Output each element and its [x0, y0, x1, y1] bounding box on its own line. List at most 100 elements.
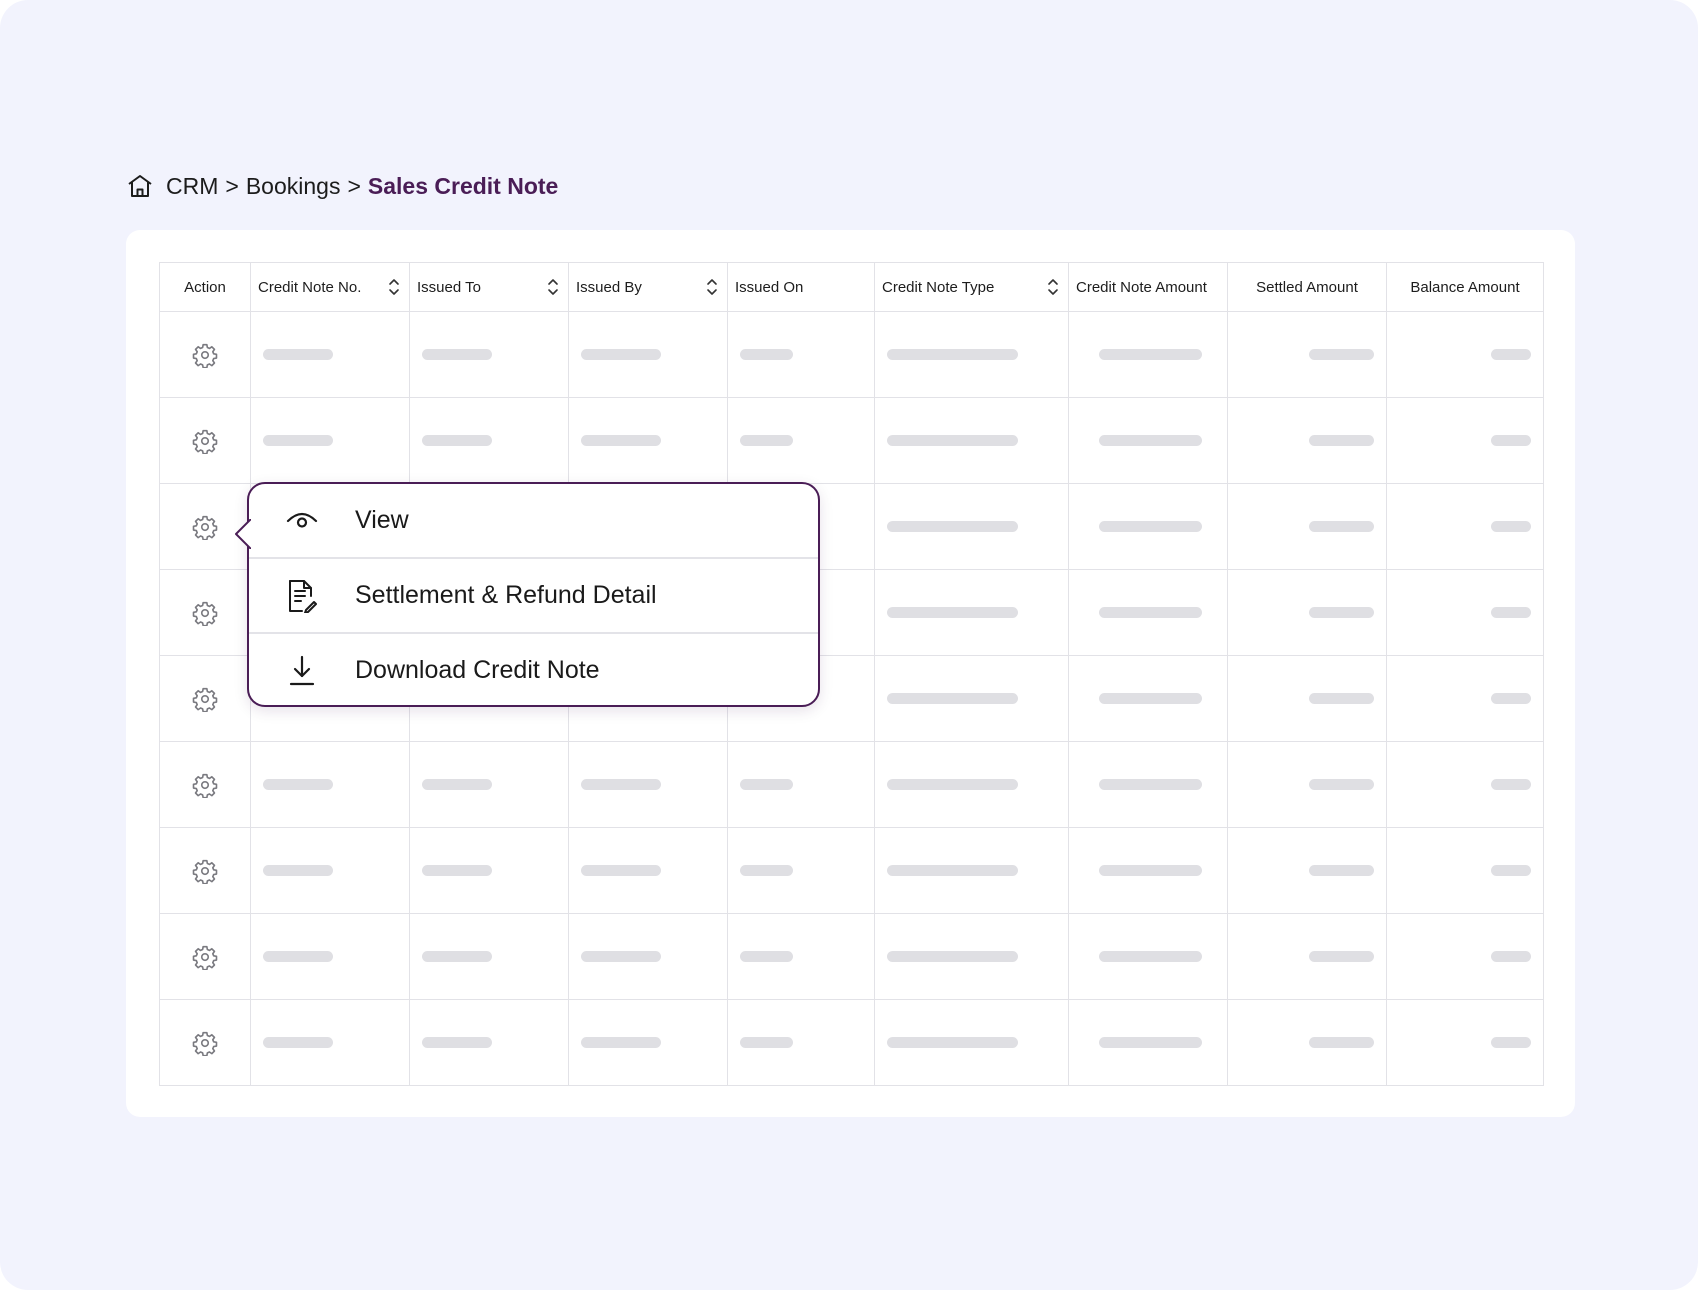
- loading-placeholder: [887, 693, 1018, 704]
- table-cell: [1227, 827, 1387, 914]
- loading-placeholder: [581, 865, 661, 876]
- loading-placeholder: [581, 779, 661, 790]
- gear-icon[interactable]: [160, 428, 250, 454]
- loading-placeholder: [263, 865, 333, 876]
- loading-placeholder: [581, 1037, 661, 1048]
- loading-placeholder: [1491, 435, 1531, 446]
- table-row: [159, 827, 1544, 914]
- loading-placeholder: [263, 779, 333, 790]
- column-header-credit-note-amount: Credit Note Amount: [1068, 262, 1228, 312]
- loading-placeholder: [887, 607, 1018, 618]
- table-cell: [1227, 655, 1387, 742]
- breadcrumb-item-crm[interactable]: CRM: [166, 173, 218, 200]
- column-header-credit-note-type[interactable]: Credit Note Type: [874, 262, 1069, 312]
- table-cell: [1068, 569, 1228, 656]
- sort-icon[interactable]: [388, 278, 400, 296]
- eye-icon: [285, 504, 319, 538]
- gear-icon[interactable]: [160, 686, 250, 712]
- loading-placeholder: [740, 951, 793, 962]
- table-cell: [1386, 741, 1544, 828]
- breadcrumb-separator: >: [347, 172, 361, 199]
- column-header-balance-amount: Balance Amount: [1386, 262, 1544, 312]
- sort-icon[interactable]: [1047, 278, 1059, 296]
- table-cell: [874, 569, 1069, 656]
- menu-item-download-credit-note[interactable]: Download Credit Note: [249, 634, 818, 707]
- action-cell: [159, 913, 251, 1000]
- gear-icon[interactable]: [160, 342, 250, 368]
- action-cell: [159, 397, 251, 484]
- table-cell: [409, 913, 569, 1000]
- sort-icon[interactable]: [547, 278, 559, 296]
- table-cell: [409, 741, 569, 828]
- gear-icon[interactable]: [160, 1030, 250, 1056]
- menu-item-settlement-refund-detail[interactable]: Settlement & Refund Detail: [249, 559, 818, 634]
- loading-placeholder: [422, 865, 492, 876]
- loading-placeholder: [887, 521, 1018, 532]
- table-cell: [568, 913, 728, 1000]
- loading-placeholder: [1309, 951, 1374, 962]
- loading-placeholder: [1491, 951, 1531, 962]
- table-cell: [568, 741, 728, 828]
- sort-icon[interactable]: [706, 278, 718, 296]
- loading-placeholder: [1309, 607, 1374, 618]
- loading-placeholder: [1309, 435, 1374, 446]
- menu-item-view[interactable]: View: [249, 484, 818, 559]
- loading-placeholder: [1491, 1037, 1531, 1048]
- table-cell: [874, 827, 1069, 914]
- column-header-action: Action: [159, 262, 251, 312]
- loading-placeholder: [263, 435, 333, 446]
- loading-placeholder: [887, 435, 1018, 446]
- table-row: [159, 913, 1544, 1000]
- loading-placeholder: [1491, 607, 1531, 618]
- menu-item-label: View: [355, 506, 409, 534]
- loading-placeholder: [1309, 779, 1374, 790]
- table-cell: [1386, 913, 1544, 1000]
- column-header-issued-to[interactable]: Issued To: [409, 262, 569, 312]
- table-cell: [874, 913, 1069, 1000]
- table-cell: [727, 397, 875, 484]
- breadcrumb-item-bookings[interactable]: Bookings: [246, 173, 341, 200]
- table-cell: [727, 913, 875, 1000]
- column-header-credit-note-no[interactable]: Credit Note No.: [250, 262, 410, 312]
- table-cell: [568, 827, 728, 914]
- menu-item-label: Settlement & Refund Detail: [355, 581, 657, 609]
- table-cell: [1386, 569, 1544, 656]
- loading-placeholder: [887, 1037, 1018, 1048]
- breadcrumb-current: Sales Credit Note: [367, 172, 559, 199]
- loading-placeholder: [1099, 951, 1202, 962]
- home-icon[interactable]: [126, 172, 154, 200]
- table-cell: [1068, 741, 1228, 828]
- loading-placeholder: [422, 349, 492, 360]
- table-cell: [1068, 397, 1228, 484]
- table-cell: [1227, 569, 1387, 656]
- loading-placeholder: [1309, 693, 1374, 704]
- column-header-issued-by[interactable]: Issued By: [568, 262, 728, 312]
- gear-icon[interactable]: [160, 858, 250, 884]
- table-cell: [1227, 741, 1387, 828]
- table-cell: [1068, 483, 1228, 570]
- table-cell: [727, 827, 875, 914]
- loading-placeholder: [422, 1037, 492, 1048]
- table-row: [159, 999, 1544, 1086]
- gear-icon[interactable]: [160, 944, 250, 970]
- loading-placeholder: [581, 435, 661, 446]
- table-cell: [250, 999, 410, 1086]
- table-cell: [727, 311, 875, 398]
- action-cell: [159, 827, 251, 914]
- loading-placeholder: [740, 1037, 793, 1048]
- app-background: CRM > Bookings > Sales Credit Note Actio…: [0, 0, 1698, 1290]
- loading-placeholder: [1491, 349, 1531, 360]
- table-cell: [250, 827, 410, 914]
- table-cell: [1386, 397, 1544, 484]
- breadcrumb-separator: >: [225, 172, 239, 199]
- table-cell: [874, 999, 1069, 1086]
- loading-placeholder: [887, 951, 1018, 962]
- loading-placeholder: [1309, 521, 1374, 532]
- table-header-row: Action Credit Note No. Issued To Issued …: [159, 262, 1544, 312]
- table-cell: [250, 397, 410, 484]
- gear-icon[interactable]: [160, 600, 250, 626]
- loading-placeholder: [422, 435, 492, 446]
- table-cell: [1227, 397, 1387, 484]
- gear-icon[interactable]: [160, 772, 250, 798]
- table-cell: [250, 741, 410, 828]
